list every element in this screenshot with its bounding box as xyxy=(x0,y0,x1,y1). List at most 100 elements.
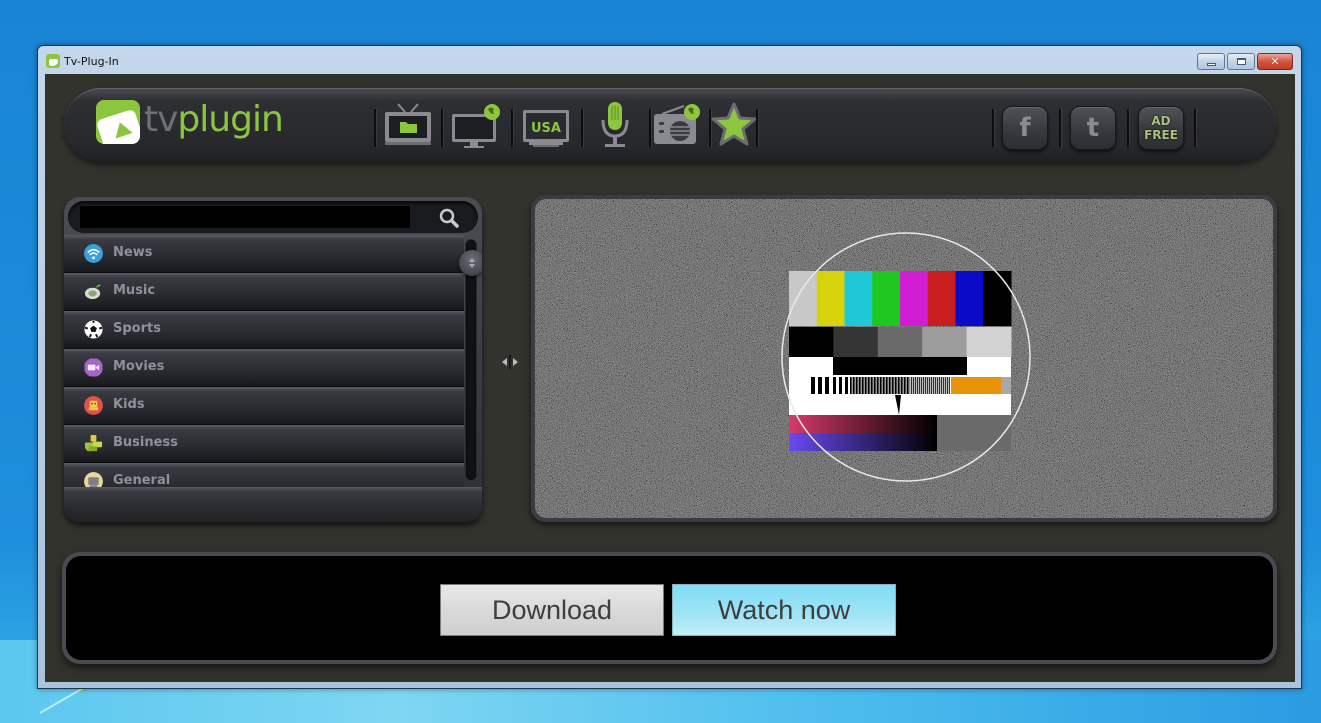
color-bar xyxy=(983,271,1012,326)
minimize-button[interactable] xyxy=(1197,53,1225,70)
category-list-footer xyxy=(64,487,482,522)
search-input[interactable] xyxy=(80,206,410,228)
scrollbar-thumb[interactable] xyxy=(459,250,482,276)
ad-free-line2: FREE xyxy=(1144,128,1178,142)
category-item-music[interactable]: Music xyxy=(64,273,464,311)
world-tv-icon xyxy=(452,104,500,148)
close-icon: ✕ xyxy=(1270,55,1280,68)
category-item-business[interactable]: Business xyxy=(64,425,464,463)
ad-free-button[interactable]: AD FREE xyxy=(1138,106,1184,150)
facebook-button[interactable]: f xyxy=(1002,106,1048,150)
wifi-icon xyxy=(84,244,103,263)
facebook-icon: f xyxy=(1019,113,1031,143)
logo-tv-icon xyxy=(96,100,140,144)
maximize-button[interactable] xyxy=(1227,53,1255,70)
grey-block xyxy=(937,415,1011,451)
favorites-button[interactable] xyxy=(706,100,762,150)
color-bar xyxy=(872,271,901,326)
action-bar-frame: Download Watch now xyxy=(62,552,1277,664)
category-label: Business xyxy=(113,435,178,450)
category-label: Music xyxy=(113,283,156,298)
toolbar-divider xyxy=(1059,109,1061,147)
search-icon[interactable] xyxy=(438,207,460,229)
watch-now-button[interactable]: Watch now xyxy=(672,584,896,636)
title-bar[interactable]: Tv-Plug-In ✕ xyxy=(38,46,1301,74)
app-icon xyxy=(46,54,60,68)
video-camera-icon xyxy=(84,358,103,377)
music-disc-icon xyxy=(84,283,103,300)
video-player-frame xyxy=(531,195,1277,522)
blue-gradient xyxy=(789,433,937,451)
action-bar: Download Watch now xyxy=(66,556,1273,660)
grey-step xyxy=(789,327,834,357)
arrow-up-icon xyxy=(469,258,475,262)
category-item-general[interactable]: General xyxy=(64,463,464,487)
category-list: News Music Sports Movies Kids Business G… xyxy=(64,235,464,487)
category-item-kids[interactable]: Kids xyxy=(64,387,464,425)
category-panel: News Music Sports Movies Kids Business G… xyxy=(64,197,482,522)
color-bar xyxy=(789,271,818,326)
toolbar-divider xyxy=(374,109,376,147)
color-bar xyxy=(844,271,873,326)
minimize-icon xyxy=(1206,62,1216,66)
search-bar xyxy=(68,201,478,233)
kids-face-icon xyxy=(84,396,103,415)
panel-splitter-handle[interactable] xyxy=(500,354,520,370)
test-band-black xyxy=(833,357,967,375)
grey-step xyxy=(833,327,879,357)
toolbar-divider xyxy=(441,109,443,147)
color-bar xyxy=(816,271,845,326)
color-bar xyxy=(927,271,956,326)
color-bar xyxy=(900,271,929,326)
grey-steps xyxy=(789,327,1012,357)
arrow-down-icon xyxy=(469,264,475,268)
toolbar-divider xyxy=(581,109,583,147)
grey-step xyxy=(922,327,968,357)
category-item-sports[interactable]: Sports xyxy=(64,311,464,349)
logo-text-plugin: plugin xyxy=(177,99,283,140)
toolbar-divider xyxy=(511,109,513,147)
tv-folder-button[interactable] xyxy=(380,100,436,150)
ad-free-label: AD FREE xyxy=(1144,114,1178,142)
usa-tv-icon: USA xyxy=(523,110,569,147)
toolbar-divider xyxy=(992,109,994,147)
category-item-news[interactable]: News xyxy=(64,235,464,273)
toolbar-divider xyxy=(1127,109,1129,147)
grey-step xyxy=(966,327,1012,357)
tv-folder-icon xyxy=(385,103,431,145)
toolbar-divider xyxy=(1194,109,1196,147)
video-player[interactable] xyxy=(535,199,1273,518)
top-toolbar: tvplugin USA f t AD FREE xyxy=(64,88,1276,162)
microphone-button[interactable] xyxy=(588,100,644,150)
tv-screen-icon xyxy=(84,472,103,487)
twitter-icon: t xyxy=(1086,113,1100,143)
microphone-icon xyxy=(601,102,629,147)
ad-free-line1: AD xyxy=(1151,114,1171,128)
category-label: Movies xyxy=(113,359,165,374)
tvplugin-logo: tvplugin xyxy=(96,99,284,144)
app-window: Tv-Plug-In ✕ tvplugin USA f t AD FREE Ne… xyxy=(37,45,1302,689)
category-label: Kids xyxy=(113,397,145,412)
app-client-area: tvplugin USA f t AD FREE News Music Spor… xyxy=(45,74,1295,682)
frequency-bars xyxy=(811,377,1011,394)
category-label: General xyxy=(113,473,171,487)
test-pattern xyxy=(781,232,1031,482)
category-item-movies[interactable]: Movies xyxy=(64,349,464,387)
world-tv-button[interactable] xyxy=(448,100,504,150)
soccer-ball-icon xyxy=(84,320,103,339)
coins-icon xyxy=(84,434,103,452)
close-button[interactable]: ✕ xyxy=(1257,53,1293,70)
color-bars xyxy=(789,271,1012,326)
window-title: Tv-Plug-In xyxy=(64,55,119,68)
red-gradient xyxy=(789,415,937,433)
color-bar xyxy=(955,271,984,326)
world-radio-button[interactable] xyxy=(648,100,704,150)
maximize-icon xyxy=(1236,58,1246,65)
grey-step xyxy=(877,327,923,357)
twitter-button[interactable]: t xyxy=(1070,106,1116,150)
world-radio-icon xyxy=(654,104,700,144)
usa-tv-button[interactable]: USA xyxy=(519,100,575,150)
star-icon xyxy=(711,102,757,146)
download-button[interactable]: Download xyxy=(440,584,664,636)
toolbar-divider xyxy=(756,109,758,147)
